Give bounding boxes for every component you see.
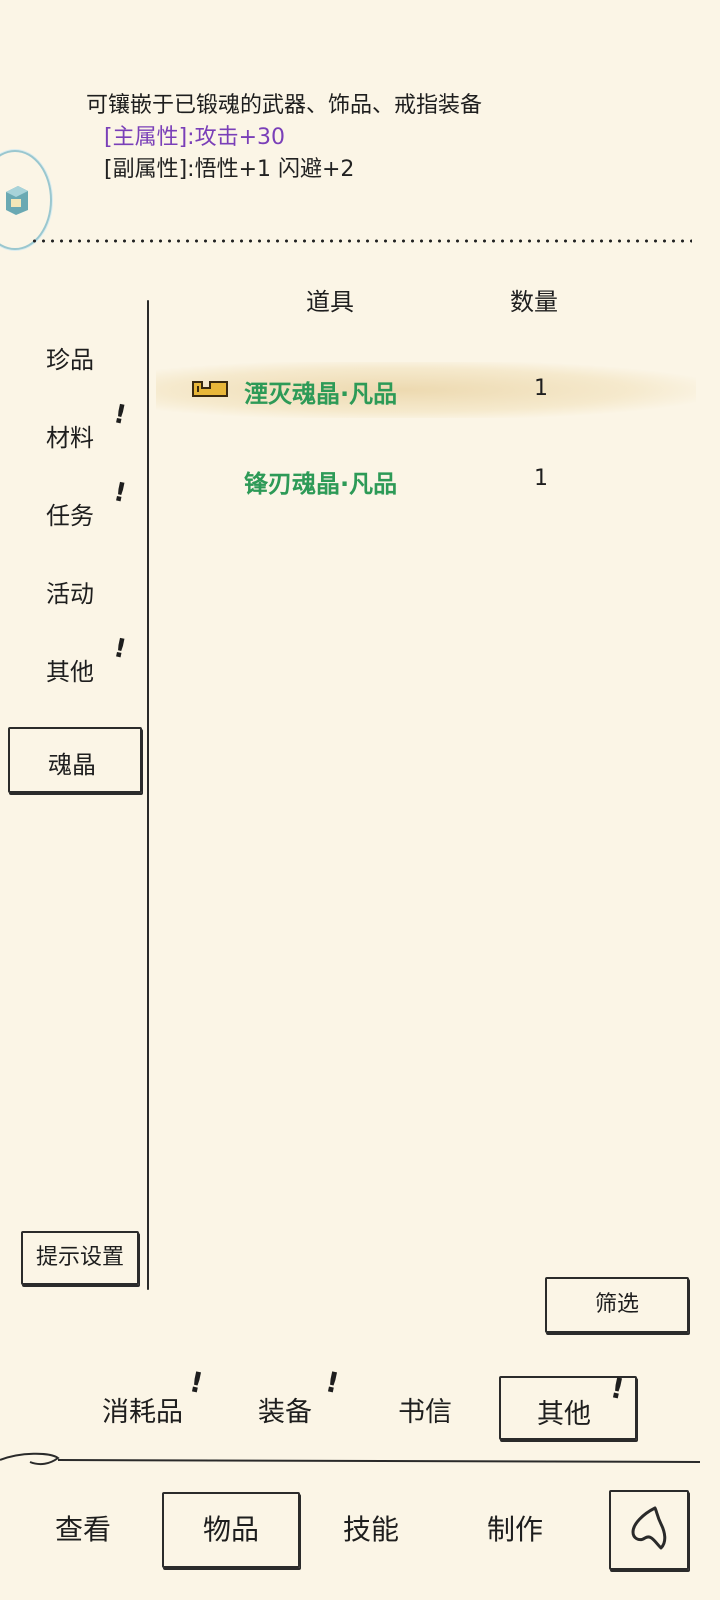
table-row-item-name[interactable]: 湮灭魂晶·凡品 [244, 374, 397, 409]
subtab-other[interactable]: 其他 ! [499, 1371, 637, 1440]
alert-mark-icon: ! [186, 1365, 207, 1400]
subtab-label: 消耗品 [102, 1397, 183, 1428]
floating-cube-icon [6, 186, 28, 215]
inventory-screen: 可镶嵌于已锻魂的武器、饰品、戒指装备 [主属性]:攻击+30 [副属性]:悟性+… [0, 0, 720, 1600]
alert-mark-icon: ! [607, 1371, 628, 1406]
nav-tab-skills[interactable]: 技能 [343, 1508, 399, 1548]
category-treasure[interactable]: 珍品 [46, 340, 94, 375]
back-button[interactable] [609, 1490, 689, 1570]
nav-tab-items[interactable]: 物品 [162, 1492, 300, 1568]
filter-button[interactable]: 筛选 [545, 1277, 689, 1333]
table-row-selected-highlight [156, 362, 696, 418]
nav-tab-crafting[interactable]: 制作 [487, 1508, 543, 1548]
header-item: 道具 [306, 288, 354, 316]
category-event[interactable]: 活动 [46, 574, 94, 609]
back-arrow-icon [631, 1506, 667, 1550]
description-text: 可镶嵌于已锻魂的武器、饰品、戒指装备 [86, 93, 483, 118]
category-label: 珍品 [46, 346, 94, 374]
category-quest[interactable]: 任务 ! [46, 477, 129, 531]
hint-settings-button[interactable]: 提示设置 [21, 1231, 139, 1285]
floating-assist-button[interactable] [0, 150, 52, 250]
category-other[interactable]: 其他 ! [46, 633, 129, 687]
subtab-letters[interactable]: 书信 [398, 1390, 452, 1429]
subtab-equipment[interactable]: 装备 ! [258, 1365, 342, 1429]
subtab-label: 其他 [537, 1399, 591, 1430]
alert-mark-icon: ! [111, 633, 129, 665]
subtab-label: 书信 [398, 1397, 452, 1428]
category-label: 任务 [46, 502, 94, 530]
subtab-label: 装备 [258, 1397, 312, 1428]
alert-mark-icon: ! [111, 477, 129, 509]
main-attribute: [主属性]:攻击+30 [104, 125, 286, 150]
header-quantity: 数量 [510, 288, 558, 316]
subtab-consumables[interactable]: 消耗品 ! [102, 1365, 206, 1429]
category-soul-crystal[interactable]: 魂晶 [8, 727, 142, 793]
equipped-item-icon [192, 381, 228, 397]
alert-mark-icon: ! [322, 1365, 343, 1400]
category-label: 材料 [46, 424, 94, 452]
dotted-divider [30, 238, 692, 244]
category-label: 魂晶 [48, 751, 96, 779]
category-label: 其他 [46, 658, 94, 686]
sub-attribute: [副属性]:悟性+1 闪避+2 [104, 157, 355, 182]
table-row-quantity: 1 [534, 466, 548, 491]
vertical-divider [147, 300, 149, 1290]
category-materials[interactable]: 材料 ! [46, 399, 129, 453]
brush-divider [0, 1452, 701, 1466]
alert-mark-icon: ! [111, 399, 129, 431]
table-row-item-name[interactable]: 锋刃魂晶·凡品 [244, 464, 397, 499]
category-label: 活动 [46, 580, 94, 608]
table-row-quantity: 1 [534, 376, 548, 401]
nav-tab-view[interactable]: 查看 [55, 1508, 111, 1548]
